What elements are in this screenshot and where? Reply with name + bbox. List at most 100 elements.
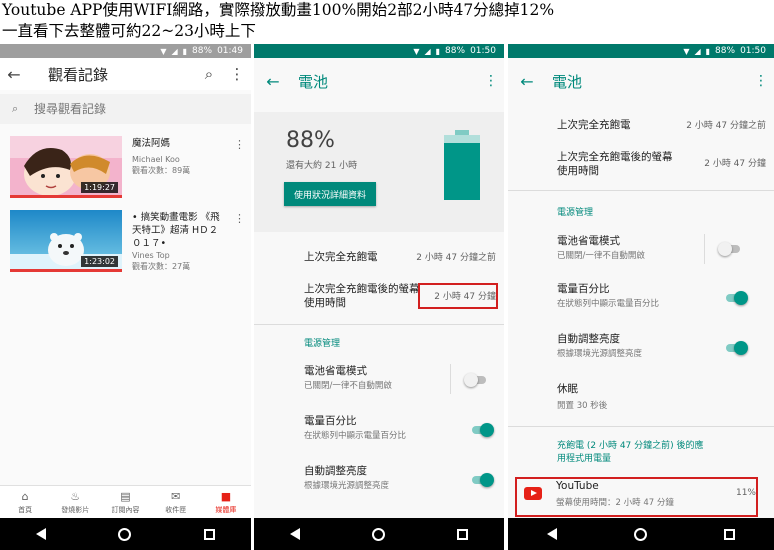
screen-usage-row[interactable]: 上次完全充飽電後的螢幕使用時間 2 小時 47 分鐘 (254, 278, 504, 318)
wifi-icon: ▼ (683, 46, 690, 56)
more-vert-icon[interactable]: ⋮ (234, 212, 245, 225)
battery-icon: ▮ (435, 46, 441, 56)
youtube-logo-icon (524, 487, 542, 500)
back-triangle-icon[interactable] (36, 528, 47, 540)
battery-saver-row[interactable]: 電池省電模式 已關閉/一律不自動開啟 (508, 232, 774, 268)
toggle-knob (734, 341, 748, 355)
sleep-row[interactable]: 休眠 閒置 30 秒後 (508, 380, 774, 416)
row-sub: 閒置 30 秒後 (557, 401, 608, 411)
watched-progress-bar (10, 195, 122, 198)
nav-trending[interactable]: ♨ 發燒影片 (50, 486, 100, 518)
battery-saver-toggle[interactable] (718, 242, 742, 256)
home-icon: ⌂ (21, 489, 29, 503)
video-thumbnail[interactable]: 1:23:02 (10, 210, 122, 272)
subscriptions-icon: ▤ (120, 489, 131, 503)
arrow-left-icon[interactable]: ← (254, 72, 292, 91)
app-usage-row-youtube[interactable]: YouTube 螢幕使用時間：2 小時 47 分鐘 11% (516, 476, 766, 514)
home-circle-icon[interactable] (633, 527, 647, 541)
youtube-history-screen: ▼ ◢ ▮ 88% 01:49 ← 觀看記錄 ⌕ ⋮ ⌕ 1:19: (0, 44, 251, 550)
video-meta: 魔法阿媽 Michael Koo 觀看次數：89萬 ⋮ (122, 136, 251, 198)
more-vert-icon[interactable]: ⋮ (748, 73, 774, 89)
battery-percent-toggle[interactable] (470, 423, 494, 437)
row-label: 電量百分比 (304, 415, 357, 427)
row-label: 電池省電模式 (304, 365, 367, 377)
home-circle-icon[interactable] (372, 527, 385, 541)
video-views: 觀看次數：27萬 (132, 262, 191, 271)
row-label: 自動調整亮度 (304, 465, 367, 477)
system-navigation-bar (508, 518, 774, 550)
adaptive-brightness-toggle[interactable] (724, 341, 748, 355)
video-thumbnail[interactable]: 1:19:27 (10, 136, 122, 198)
arrow-left-icon[interactable]: ← (508, 72, 546, 91)
search-icon[interactable]: ⌕ (195, 65, 223, 83)
row-label: 電池省電模式 (557, 235, 620, 247)
last-full-charge-row[interactable]: 上次完全充飽電 2 小時 47 分鐘之前 (254, 244, 504, 270)
page-title: 電池 (298, 72, 329, 91)
recents-square-icon[interactable] (203, 528, 215, 540)
battery-percent-toggle[interactable] (724, 291, 748, 305)
nav-subscriptions[interactable]: ▤ 訂閱內容 (100, 486, 150, 518)
row-sub: 已關閉/一律不自動開啟 (557, 251, 645, 261)
caption: Youtube APP使用WIFI網路，實際撥放動畫100%開始2部2小時47分… (2, 0, 772, 44)
caption-line-1: Youtube APP使用WIFI網路，實際撥放動畫100%開始2部2小時47分… (2, 1, 555, 19)
settings-appbar: ← 電池 ⋮ (508, 58, 774, 104)
toggle-knob (734, 291, 748, 305)
battery-settings-scrolled-screen: ▼ ◢ ▮ 88% 01:50 ← 電池 ⋮ 上次完全充飽電 2 小時 47 分… (508, 44, 774, 550)
video-views: 觀看次數：89萬 (132, 166, 191, 175)
search-icon: ⌕ (12, 102, 19, 115)
usage-details-button[interactable]: 使用狀況詳細資料 (284, 182, 376, 206)
video-duration: 1:23:02 (81, 256, 118, 267)
nav-label: 訂閱內容 (111, 505, 140, 514)
battery-summary-card: 88% 還有大約 21 小時 使用狀況詳細資料 (254, 112, 504, 232)
history-toolbar: ← 觀看記錄 ⌕ ⋮ (0, 58, 251, 90)
app-usage-sub: 螢幕使用時間：2 小時 47 分鐘 (556, 498, 674, 508)
last-full-charge-row[interactable]: 上次完全充飽電 2 小時 47 分鐘之前 (508, 114, 774, 140)
page-title: 觀看記錄 (48, 65, 109, 84)
recents-square-icon[interactable] (457, 528, 468, 540)
nav-home[interactable]: ⌂ 首頁 (0, 486, 50, 518)
history-search-input[interactable] (34, 102, 224, 116)
watched-progress-bar (10, 269, 122, 272)
folder-icon: ■ (220, 489, 232, 503)
toggle-knob (464, 373, 478, 387)
battery-percent-row[interactable]: 電量百分比 在狀態列中顯示電量百分比 (508, 280, 774, 316)
toggle-knob (480, 473, 494, 487)
more-vert-icon[interactable]: ⋮ (234, 138, 245, 151)
screen-usage-row[interactable]: 上次完全充飽電後的螢幕使用時間 2 小時 47 分鐘 (508, 148, 774, 188)
battery-percent-row[interactable]: 電量百分比 在狀態列中顯示電量百分比 (254, 412, 504, 448)
nav-label: 首頁 (18, 505, 33, 514)
adaptive-brightness-toggle[interactable] (470, 473, 494, 487)
row-label: 上次完全充飽電 (557, 119, 631, 131)
video-meta: • 搞笑動畫電影 《飛天特工》超清 HＤ２０１７• Vines Top 觀看次數… (122, 210, 251, 272)
back-triangle-icon[interactable] (290, 528, 300, 540)
divider (254, 324, 504, 325)
adaptive-brightness-row[interactable]: 自動調整亮度 根據環境光源調整亮度 (508, 330, 774, 366)
status-bar: ▼ ◢ ▮ 88% 01:50 (254, 44, 504, 58)
status-time: 01:50 (740, 46, 766, 56)
adaptive-brightness-row[interactable]: 自動調整亮度 根據環境光源調整亮度 (254, 462, 504, 498)
video-item[interactable]: 1:19:27 魔法阿媽 Michael Koo 觀看次數：89萬 ⋮ (10, 136, 251, 198)
battery-saver-row[interactable]: 電池省電模式 已關閉/一律不自動開啟 (254, 362, 504, 398)
settings-appbar: ← 電池 ⋮ (254, 58, 504, 104)
status-time: 01:49 (217, 46, 243, 56)
status-time: 01:50 (470, 46, 496, 56)
more-vert-icon[interactable]: ⋮ (223, 65, 251, 83)
row-value: 2 小時 47 分鐘 (434, 292, 496, 302)
history-search-bar[interactable]: ⌕ (0, 94, 251, 124)
section-title: 電源管理 (557, 208, 594, 218)
video-item[interactable]: 1:23:02 • 搞笑動畫電影 《飛天特工》超清 HＤ２０１７• Vines … (10, 210, 251, 272)
recents-square-icon[interactable] (724, 528, 736, 540)
status-battery-percent: 88% (445, 46, 466, 56)
wifi-icon: ▼ (160, 46, 167, 56)
battery-saver-toggle[interactable] (464, 373, 488, 387)
more-vert-icon[interactable]: ⋮ (478, 73, 504, 89)
signal-icon: ◢ (424, 46, 431, 56)
battery-icon: ▮ (705, 46, 711, 56)
back-triangle-icon[interactable] (546, 528, 557, 540)
divider (508, 190, 774, 191)
arrow-left-icon[interactable]: ← (0, 65, 28, 84)
nav-library[interactable]: ■ 媒體庫 (201, 486, 251, 518)
signal-icon: ◢ (171, 46, 178, 56)
nav-inbox[interactable]: ✉ 收件匣 (151, 486, 201, 518)
home-circle-icon[interactable] (118, 527, 132, 541)
